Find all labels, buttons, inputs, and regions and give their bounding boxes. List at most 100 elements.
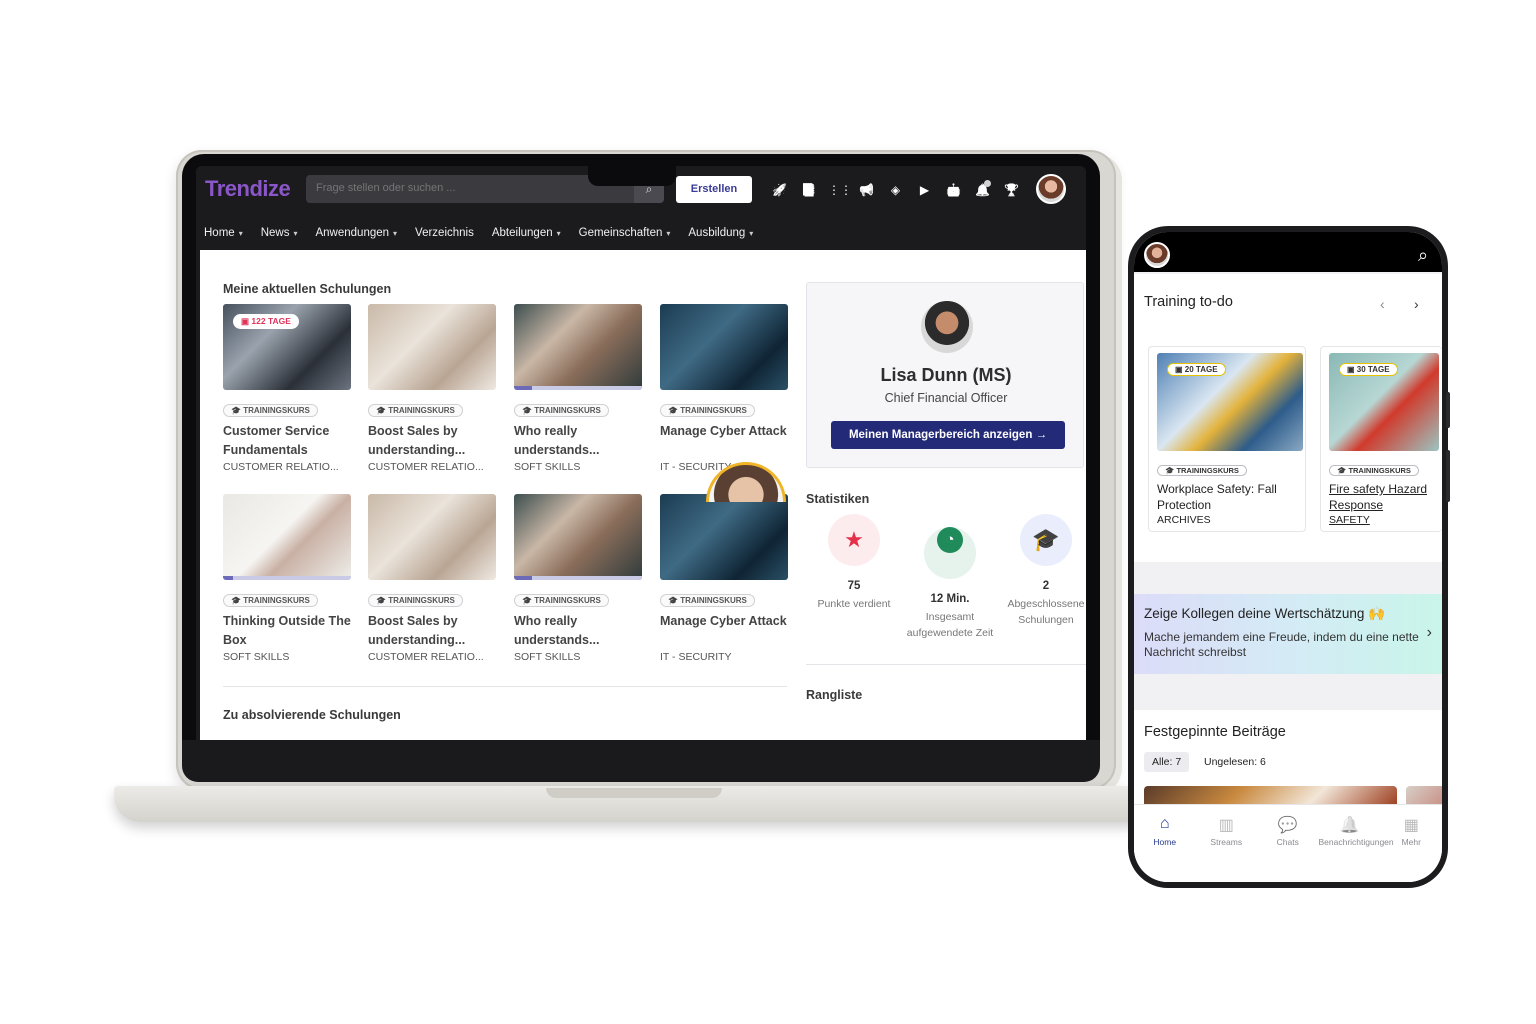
course-card[interactable]: 🎓 TRAININGSKURS Manage Cyber Attack IT - S… <box>660 494 788 663</box>
course-type-badge: 🎓 TRAININGSKURS <box>368 404 463 417</box>
to-complete-title: Zu absolvierende Schulungen <box>223 708 401 722</box>
course-thumbnail[interactable] <box>514 494 642 580</box>
profile-avatar <box>921 301 973 353</box>
laptop-base <box>114 786 1154 822</box>
course-card[interactable]: 🎓 TRAININGSKURS Thinking Outside The Box S… <box>223 494 351 663</box>
progress-track <box>514 386 642 390</box>
course-title[interactable]: Boost Sales by understanding... <box>368 422 496 460</box>
progress-bar <box>223 576 234 580</box>
course-title[interactable]: Customer Service Fundamentals <box>223 422 351 460</box>
apps-grid-icon[interactable]: ⋮⋮ <box>828 180 852 200</box>
profile-card: Lisa Dunn (MS) Chief Financial Officer M… <box>806 282 1084 468</box>
nav-item-news[interactable]: News ▾ <box>261 227 298 239</box>
course-title[interactable]: Workplace Safety: Fall Protection <box>1157 481 1307 513</box>
nav-item-gemeinschaften[interactable]: Gemeinschaften ▾ <box>579 227 671 239</box>
course-thumbnail[interactable] <box>368 304 496 390</box>
course-category: CUSTOMER RELATIO... <box>368 651 484 663</box>
course-category: CUSTOMER RELATIO... <box>368 461 484 473</box>
course-card[interactable]: 🎓 TRAININGSKURS Manage Cyber Attack IT - S… <box>660 304 788 473</box>
course-type-label: TRAININGSKURS <box>680 596 747 605</box>
course-thumbnail[interactable]: ▣ 30 TAGE <box>1329 353 1439 451</box>
course-title[interactable]: Manage Cyber Attack <box>660 422 788 460</box>
logo-text: Trendize <box>205 176 291 201</box>
course-card[interactable]: 🎓 TRAININGSKURS Boost Sales by understand… <box>368 304 496 473</box>
nav-item-label: Abteilungen <box>491 227 553 239</box>
tab-home[interactable]: ⌂ Home <box>1134 805 1196 882</box>
chevron-down-icon: ▾ <box>293 229 298 238</box>
create-button[interactable]: Erstellen <box>676 176 752 203</box>
nav-item-ausbildung[interactable]: Ausbildung ▾ <box>688 227 753 239</box>
app-logo[interactable]: Trendize <box>205 176 291 202</box>
filter-chip[interactable]: Ungelesen: 6 <box>1196 752 1274 772</box>
tab-mehr[interactable]: ▦ Mehr <box>1381 805 1443 882</box>
filter-chip[interactable]: Alle: 7 <box>1144 752 1190 772</box>
graduation-cap-icon: 🎓 <box>231 596 244 605</box>
phone-screen: ⌕ Training to-do ‹ › ▣ 20 TAGE 🎓 TRAINING… <box>1134 232 1442 882</box>
course-card[interactable]: 🎓 TRAININGSKURS Who really understands...… <box>514 494 642 663</box>
course-thumbnail[interactable] <box>223 494 351 580</box>
nav-item-anwendungen[interactable]: Anwendungen ▾ <box>315 227 397 239</box>
graduation-cap-icon: 🎓 <box>376 596 389 605</box>
course-thumbnail[interactable] <box>368 494 496 580</box>
appreciation-banner[interactable]: Zeige Kollegen deine Wertschätzung 🙌 Mac… <box>1134 594 1442 674</box>
appreciation-title: Zeige Kollegen deine Wertschätzung 🙌 <box>1144 606 1385 621</box>
dashboard-content: Meine aktuellen Schulungen ▣ 122 TAGE 🎓 T… <box>200 250 1086 740</box>
graduation-cap-icon: 🎓 <box>376 406 389 415</box>
tab-benachrichtigungen[interactable]: 🔔 Benachrichtigungen <box>1319 805 1394 882</box>
course-type-badge: 🎓 TRAININGSKURS <box>514 404 609 417</box>
course-card[interactable]: ▣ 122 TAGE 🎓 TRAININGSKURS Customer Servic… <box>223 304 351 473</box>
nav-item-label: Anwendungen <box>315 227 390 239</box>
tab-chats[interactable]: 💬 Chats <box>1257 805 1319 882</box>
course-thumbnail[interactable]: ▣ 122 TAGE <box>223 304 351 390</box>
play-icon[interactable]: ▶ <box>915 180 934 200</box>
section-divider <box>223 686 787 687</box>
course-card[interactable]: 🎓 TRAININGSKURS Boost Sales by understand… <box>368 494 496 663</box>
chevron-left-icon[interactable]: ‹ <box>1380 296 1385 312</box>
course-title[interactable]: Who really understands... <box>514 612 642 650</box>
course-card[interactable]: 🎓 TRAININGSKURS Who really understands...… <box>514 304 642 473</box>
tab-label: Home <box>1153 837 1177 847</box>
course-thumbnail[interactable] <box>660 494 788 580</box>
stat-label: Punkte verdient <box>817 598 891 610</box>
stat-label: Insgesamt aufgewendete Zeit <box>906 611 994 639</box>
nav-item-home[interactable]: Home ▾ <box>204 227 243 239</box>
course-title[interactable]: Boost Sales by understanding... <box>368 612 496 650</box>
bell-icon[interactable]: 🔔 <box>973 180 992 200</box>
course-title[interactable]: Thinking Outside The Box <box>223 612 351 650</box>
laptop-camera-notch <box>588 160 676 186</box>
megaphone-icon[interactable]: 📢 <box>857 180 876 200</box>
graduation-cap-icon: 🎓 <box>668 406 681 415</box>
course-title[interactable]: Who really understands... <box>514 422 642 460</box>
rocket-icon[interactable]: 🚀 <box>770 180 789 200</box>
bottom-tab-bar: ⌂ Home ▥ Streams 💬 Chats 🔔 Benachrichtigungen ▦ M… <box>1134 804 1442 882</box>
search-icon[interactable]: ⌕ <box>1412 244 1434 266</box>
phone-volume-down <box>1446 450 1450 502</box>
search-input[interactable] <box>316 182 616 194</box>
marketing-mockup: Trendize ⌕ Erstellen 🚀📑⋮⋮📢◈▶🤖🔔🏆 Home▾New… <box>0 0 1536 1024</box>
course-thumbnail[interactable] <box>514 304 642 390</box>
robot-icon[interactable]: 🤖 <box>944 180 963 200</box>
streams-icon: ▥ <box>1218 817 1234 834</box>
course-thumbnail[interactable]: ▣ 20 TAGE <box>1157 353 1303 451</box>
todo-course-card[interactable]: ▣ 20 TAGE 🎓 TRAININGSKURS Workplace Safety… <box>1148 346 1306 532</box>
trophy-icon[interactable]: 🏆 <box>1002 180 1021 200</box>
course-category: CUSTOMER RELATIO... <box>223 461 339 473</box>
tab-streams[interactable]: ▥ Streams <box>1196 805 1258 882</box>
chevron-down-icon: ▾ <box>749 229 754 238</box>
stat-value: 2 <box>1042 580 1050 592</box>
nav-item-verzeichnis[interactable]: Verzeichnis <box>415 227 474 239</box>
nav-item-abteilungen[interactable]: Abteilungen ▾ <box>492 227 561 239</box>
manager-area-button[interactable]: Meinen Managerbereich anzeigen → <box>831 421 1065 449</box>
course-title[interactable]: Manage Cyber Attack <box>660 612 788 650</box>
days-remaining-label: 20 TAGE <box>1184 365 1218 374</box>
book-icon[interactable]: 📑 <box>799 180 818 200</box>
chevron-right-icon[interactable]: › <box>1414 296 1419 312</box>
layers-icon[interactable]: ◈ <box>886 180 905 200</box>
todo-course-card[interactable]: ▣ 30 TAGE 🎓 TRAININGSKURS Fire safety Haza… <box>1320 346 1442 532</box>
user-avatar[interactable] <box>1036 174 1066 204</box>
course-title[interactable]: Fire safety Hazard Response <box>1329 481 1442 513</box>
nav-item-label: Ausbildung <box>688 227 746 239</box>
course-thumbnail[interactable] <box>660 304 788 390</box>
phone-user-avatar[interactable] <box>1144 242 1170 268</box>
course-category: SOFT SKILLS <box>514 651 581 663</box>
